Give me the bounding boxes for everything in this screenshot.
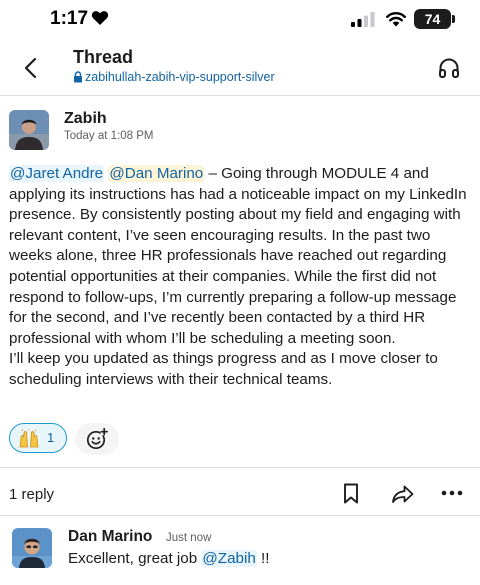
reaction-raised-hands[interactable]: 1 [9, 423, 67, 453]
heart-icon [91, 11, 109, 25]
reply-text: Excellent, great job @Zabih !! [68, 550, 269, 567]
more-options-icon[interactable] [441, 490, 463, 496]
message-timestamp: Today at 1:08 PM [64, 130, 154, 142]
reply-text-before: Excellent, great job [68, 550, 202, 567]
thread-header: Thread zabihullah-zabih-vip-support-silv… [0, 40, 480, 95]
avatar[interactable] [12, 528, 52, 568]
back-chevron-icon[interactable] [20, 56, 42, 80]
cellular-signal-icon [351, 12, 375, 27]
share-forward-icon[interactable] [391, 484, 415, 504]
mention-jaret-andre[interactable]: @Jaret Andre [9, 165, 105, 182]
message-text-paragraph-1: – Going through MODULE 4 and applying it… [9, 165, 467, 347]
reply-text-after: !! [256, 550, 270, 567]
message-text-paragraph-2: I’ll keep you updated as things progress… [9, 350, 438, 388]
user-photo-icon [9, 110, 49, 150]
battery-indicator: 74 [414, 9, 451, 29]
channel-link[interactable]: zabihullah-zabih-vip-support-silver [85, 70, 275, 84]
lock-icon [74, 71, 82, 83]
page-title: Thread [73, 47, 134, 67]
avatar[interactable] [9, 110, 49, 150]
add-reaction-button[interactable] [75, 423, 119, 455]
reply-count: 1 reply [9, 486, 55, 503]
bookmark-icon[interactable] [342, 483, 360, 504]
user-photo-icon [12, 528, 52, 568]
reaction-count: 1 [47, 430, 55, 445]
reply-author[interactable]: Dan Marino [68, 528, 152, 546]
section-divider [0, 467, 480, 468]
mention-zabih[interactable]: @Zabih [201, 550, 257, 567]
mention-dan-marino[interactable]: @Dan Marino [108, 165, 205, 182]
section-divider [0, 515, 480, 516]
raised-hands-icon [19, 429, 39, 448]
header-divider [0, 95, 480, 96]
message-author[interactable]: Zabih [64, 110, 107, 128]
battery-tip [452, 15, 455, 23]
status-time: 1:17 [50, 8, 89, 29]
message-body: @Jaret Andre @Dan Marino – Going through… [9, 164, 475, 391]
wifi-icon [386, 12, 406, 27]
headphones-icon[interactable] [437, 56, 461, 80]
reply-timestamp: Just now [166, 532, 212, 544]
add-emoji-icon [86, 428, 108, 450]
status-bar: 1:17 74 [0, 0, 480, 40]
